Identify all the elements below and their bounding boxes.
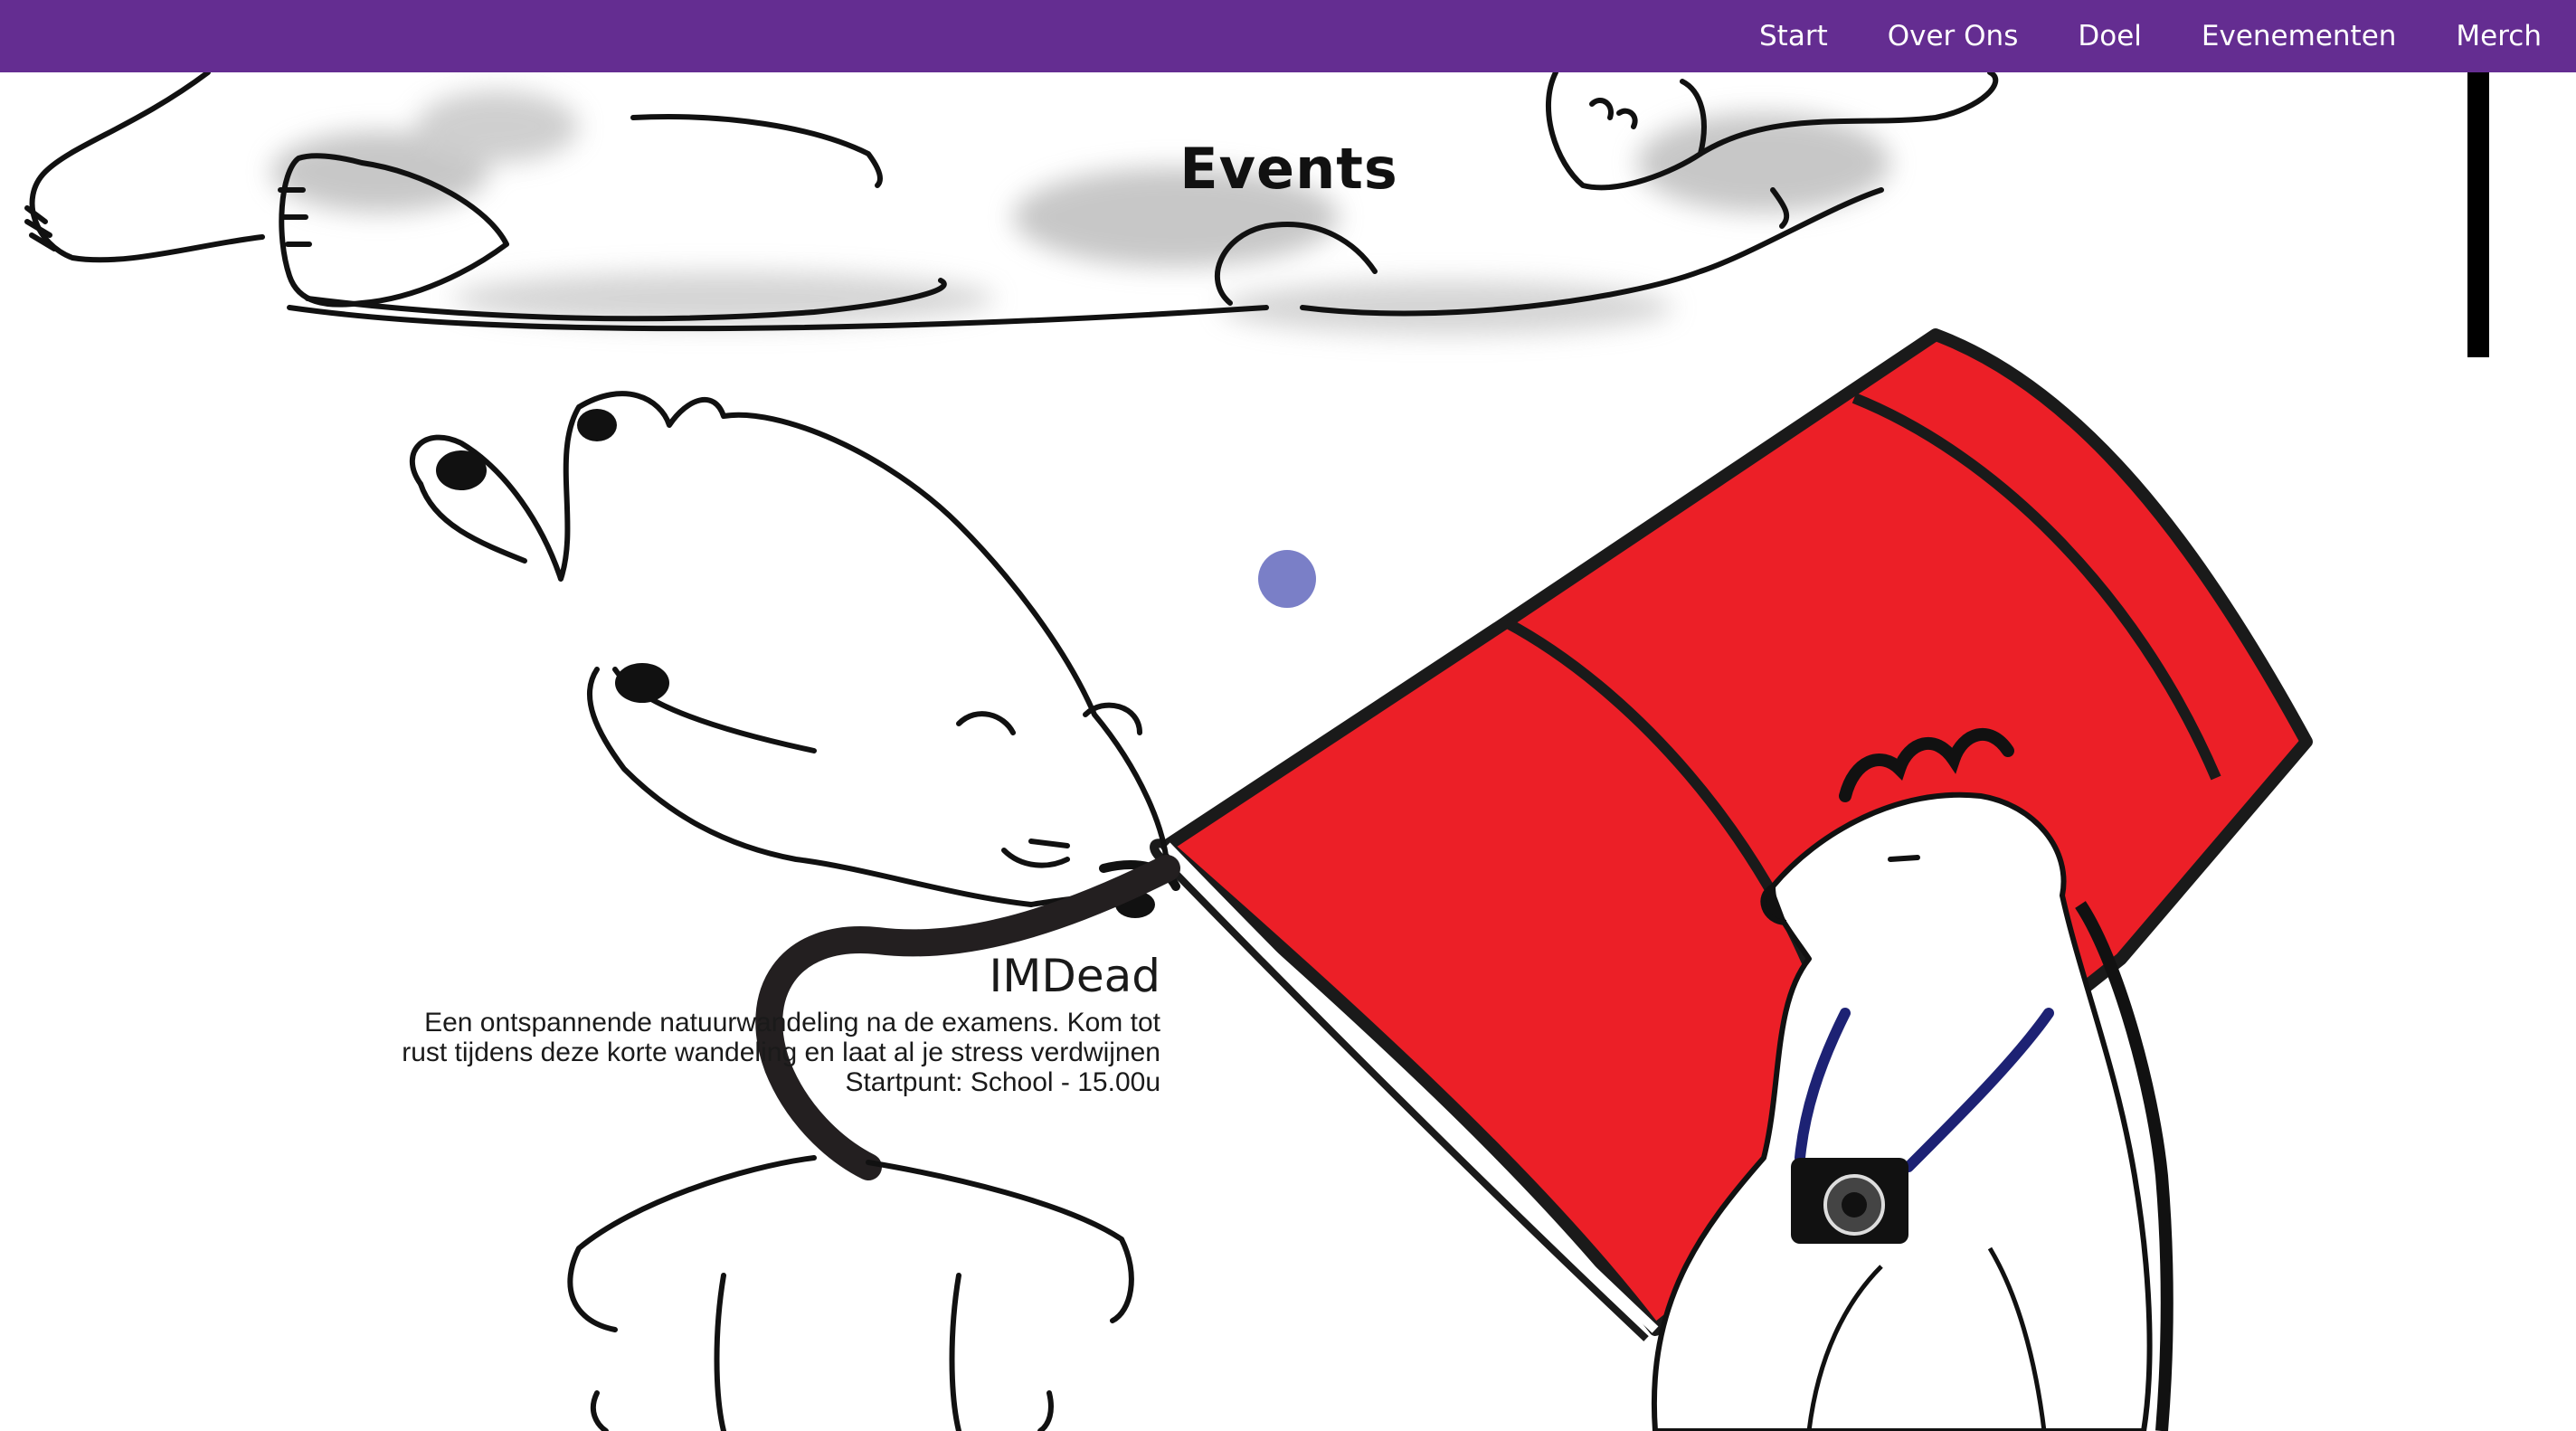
bear-lying (409, 391, 1180, 907)
illustration (24, 70, 2489, 1431)
nav-link-evenementen[interactable]: Evenementen (2202, 20, 2397, 52)
nav-item-evenementen: Evenementen (2202, 20, 2397, 52)
sleeping-bear-top (24, 70, 1999, 335)
event-card: IMDead Een ontspannende natuurwandeling … (398, 950, 1160, 1097)
nav-menu: Start Over Ons Doel Evenementen Merch (1759, 0, 2542, 72)
nav-link-over-ons[interactable]: Over Ons (1888, 20, 2019, 52)
event-description: Een ontspannende natuurwandeling na de e… (402, 1008, 1160, 1067)
event-title: IMDead (989, 950, 1160, 1002)
scroll-indicator (2467, 72, 2489, 357)
nav-item-doel: Doel (2078, 20, 2142, 52)
timeline (1258, 313, 1316, 791)
bear-back-view (567, 1155, 1134, 1431)
nav-item-over-ons: Over Ons (1888, 20, 2019, 52)
event-meta: Startpunt: School - 15.00u (845, 1067, 1160, 1097)
page-title: Events (1179, 136, 1398, 202)
nav-item-start: Start (1759, 20, 1828, 52)
nav-link-doel[interactable]: Doel (2078, 20, 2142, 52)
top-navbar: Start Over Ons Doel Evenementen Merch (0, 0, 2576, 72)
timeline-dot[interactable] (1258, 550, 1316, 608)
nav-link-start[interactable]: Start (1759, 20, 1828, 52)
nav-item-merch: Merch (2456, 20, 2542, 52)
nav-link-merch[interactable]: Merch (2456, 20, 2542, 52)
